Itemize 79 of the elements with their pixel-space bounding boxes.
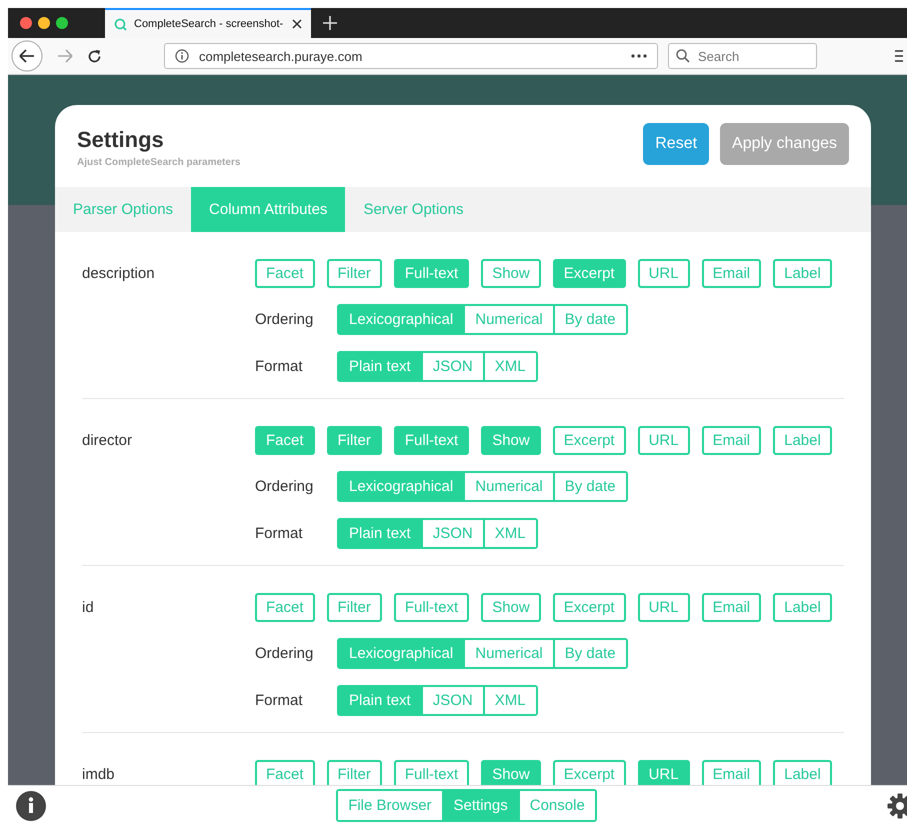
view-tab[interactable]: Settings (442, 791, 518, 820)
column-name: director (82, 432, 134, 449)
format-option[interactable]: XML (482, 353, 536, 380)
attribute-toggle[interactable]: Full-text (394, 593, 470, 622)
format-option[interactable]: XML (482, 687, 536, 714)
attribute-toggle[interactable]: URL (638, 760, 690, 785)
more-icon[interactable] (631, 54, 647, 58)
attribute-toggle[interactable]: Show (481, 426, 541, 455)
attribute-toggle[interactable]: Facet (255, 259, 315, 288)
ordering-option[interactable]: Lexicographical (339, 306, 464, 333)
attribute-toggle[interactable]: Label (773, 760, 832, 785)
attribute-toggle[interactable]: Email (702, 593, 762, 622)
dialog-subtitle: Ajust CompleteSearch parameters (77, 157, 240, 168)
column-name: description (82, 265, 156, 282)
option-label: Ordering (255, 645, 314, 662)
menu-icon[interactable] (895, 49, 903, 63)
reset-button[interactable]: Reset (643, 123, 710, 165)
tab-title: CompleteSearch - screenshot- (134, 18, 284, 30)
options-tab[interactable]: Parser Options (55, 187, 192, 232)
ordering-option[interactable]: Lexicographical (339, 640, 464, 667)
attribute-toggle[interactable]: Excerpt (552, 426, 626, 455)
option-label: Format (255, 692, 304, 709)
attribute-toggle[interactable]: Excerpt (552, 593, 626, 622)
attribute-toggle[interactable]: Filter (326, 426, 382, 455)
attribute-toggle[interactable]: Full-text (394, 426, 470, 455)
close-window-icon[interactable] (20, 17, 32, 29)
column-name: imdb (82, 766, 116, 783)
zoom-window-icon[interactable] (56, 17, 68, 29)
attribute-toggle[interactable]: Full-text (394, 259, 470, 288)
address-field[interactable]: completesearch.puraye.com (164, 43, 658, 69)
ordering-option[interactable]: By date (552, 473, 626, 500)
reload-icon[interactable] (87, 48, 102, 64)
attribute-toggle[interactable]: Show (481, 593, 541, 622)
attribute-toggle[interactable]: Facet (255, 426, 315, 455)
option-label: Format (255, 525, 304, 542)
dialog-title: Settings (77, 127, 165, 153)
back-icon[interactable] (11, 40, 43, 72)
format-option[interactable]: Plain text (339, 687, 421, 714)
new-tab-icon[interactable] (323, 16, 337, 30)
format-option[interactable]: Plain text (339, 353, 421, 380)
ordering-option[interactable]: Lexicographical (339, 473, 464, 500)
option-label: Format (255, 358, 304, 375)
ordering-option[interactable]: By date (552, 306, 626, 333)
attribute-toggle[interactable]: URL (638, 426, 690, 455)
settings-icon[interactable] (886, 792, 907, 818)
view-tab[interactable]: Console (518, 791, 595, 820)
attribute-toggle[interactable]: Label (773, 426, 832, 455)
attribute-toggle[interactable]: URL (638, 259, 690, 288)
options-tab[interactable]: Column Attributes (191, 187, 346, 232)
attribute-toggle[interactable]: Facet (255, 760, 315, 785)
ordering-option[interactable]: By date (552, 640, 626, 667)
column-name: id (82, 599, 95, 616)
attribute-toggle[interactable]: Show (481, 259, 541, 288)
attribute-toggle[interactable]: Email (702, 426, 762, 455)
attribute-toggle[interactable]: Facet (255, 593, 315, 622)
format-option[interactable]: Plain text (339, 520, 421, 547)
attribute-toggle[interactable]: Excerpt (552, 259, 626, 288)
attribute-toggle[interactable]: Email (702, 259, 762, 288)
option-label: Ordering (255, 311, 314, 328)
attribute-toggle[interactable]: URL (638, 593, 690, 622)
minimize-window-icon[interactable] (38, 17, 50, 29)
browser-tab[interactable]: CompleteSearch - screenshot- (105, 8, 311, 38)
attribute-toggle[interactable]: Email (702, 760, 762, 785)
format-option[interactable]: XML (482, 520, 536, 547)
option-label: Ordering (255, 478, 314, 495)
attribute-toggle[interactable]: Filter (326, 259, 382, 288)
options-tab[interactable]: Server Options (345, 187, 482, 232)
attribute-toggle[interactable]: Excerpt (552, 760, 626, 785)
attribute-toggle[interactable]: Show (481, 760, 541, 785)
close-icon[interactable] (292, 19, 302, 29)
info-icon[interactable] (16, 790, 46, 820)
attribute-toggle[interactable]: Filter (326, 593, 382, 622)
attribute-toggle[interactable]: Filter (326, 760, 382, 785)
attribute-toggle[interactable]: Label (773, 259, 832, 288)
search-field[interactable]: Search (668, 43, 817, 69)
info-icon (175, 49, 189, 63)
attribute-toggle[interactable]: Label (773, 593, 832, 622)
attribute-toggle[interactable]: Full-text (394, 760, 470, 785)
search-icon (114, 18, 127, 30)
